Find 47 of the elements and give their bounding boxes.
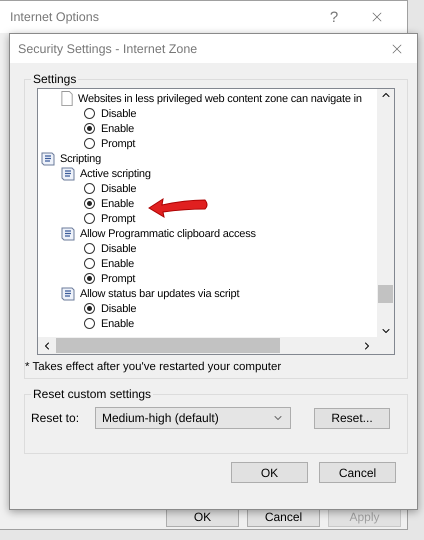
radio-button[interactable] — [84, 138, 95, 149]
script-icon — [61, 166, 76, 181]
window-title: Internet Options — [10, 10, 100, 24]
vertical-scrollbar[interactable] — [377, 89, 394, 337]
setting-label: Active scripting — [80, 168, 151, 180]
radio-label[interactable]: Disable — [101, 242, 136, 254]
radio-button[interactable] — [84, 318, 95, 329]
reset-button[interactable]: Reset... — [314, 408, 390, 428]
horizontal-scrollbar[interactable] — [38, 337, 377, 354]
radio-label[interactable]: Disable — [101, 108, 136, 120]
radio-label[interactable]: Prompt — [101, 212, 136, 224]
setting-label: Allow status bar updates via script — [80, 288, 240, 300]
dialog-button[interactable]: OK — [231, 462, 308, 483]
script-icon — [41, 151, 56, 166]
page-icon — [61, 91, 74, 106]
radio-label[interactable]: Enable — [101, 122, 134, 134]
radio-button[interactable] — [84, 183, 95, 194]
reset-label: Reset to: — [31, 411, 80, 425]
reset-dropdown[interactable]: Medium-high (default) — [95, 407, 291, 429]
radio-button[interactable] — [84, 273, 95, 284]
note-text: * Takes effect after you've restarted your computer — [25, 360, 282, 375]
setting-label: Websites in less privileged web content zone can navigate in — [78, 92, 362, 104]
radio-label[interactable]: Enable — [101, 198, 134, 210]
radio-button[interactable] — [84, 198, 95, 209]
script-icon — [61, 286, 76, 301]
radio-label[interactable]: Disable — [101, 302, 136, 314]
radio-label[interactable]: Enable — [101, 318, 134, 330]
radio-button[interactable] — [84, 123, 95, 134]
help-button[interactable]: ? — [319, 8, 349, 26]
scroll-thumb[interactable] — [56, 338, 280, 353]
radio-label[interactable]: Prompt — [101, 138, 136, 150]
dialog-button[interactable]: Cancel — [319, 462, 396, 483]
radio-label[interactable]: Disable — [101, 182, 136, 194]
scroll-thumb[interactable] — [378, 285, 393, 303]
radio-button[interactable] — [84, 303, 95, 314]
script-icon — [61, 226, 76, 241]
group-legend: Reset custom settings — [31, 387, 154, 401]
group-legend: Settings — [31, 72, 78, 86]
radio-label[interactable]: Prompt — [101, 272, 136, 284]
radio-button[interactable] — [84, 243, 95, 254]
setting-label: Scripting — [60, 152, 101, 164]
radio-button[interactable] — [84, 258, 95, 269]
dialog-title: Security Settings - Internet Zone — [18, 42, 198, 56]
radio-button[interactable] — [84, 108, 95, 119]
radio-label[interactable]: Enable — [101, 258, 134, 270]
setting-label: Allow Programmatic clipboard access — [80, 228, 256, 240]
radio-button[interactable] — [84, 213, 95, 224]
